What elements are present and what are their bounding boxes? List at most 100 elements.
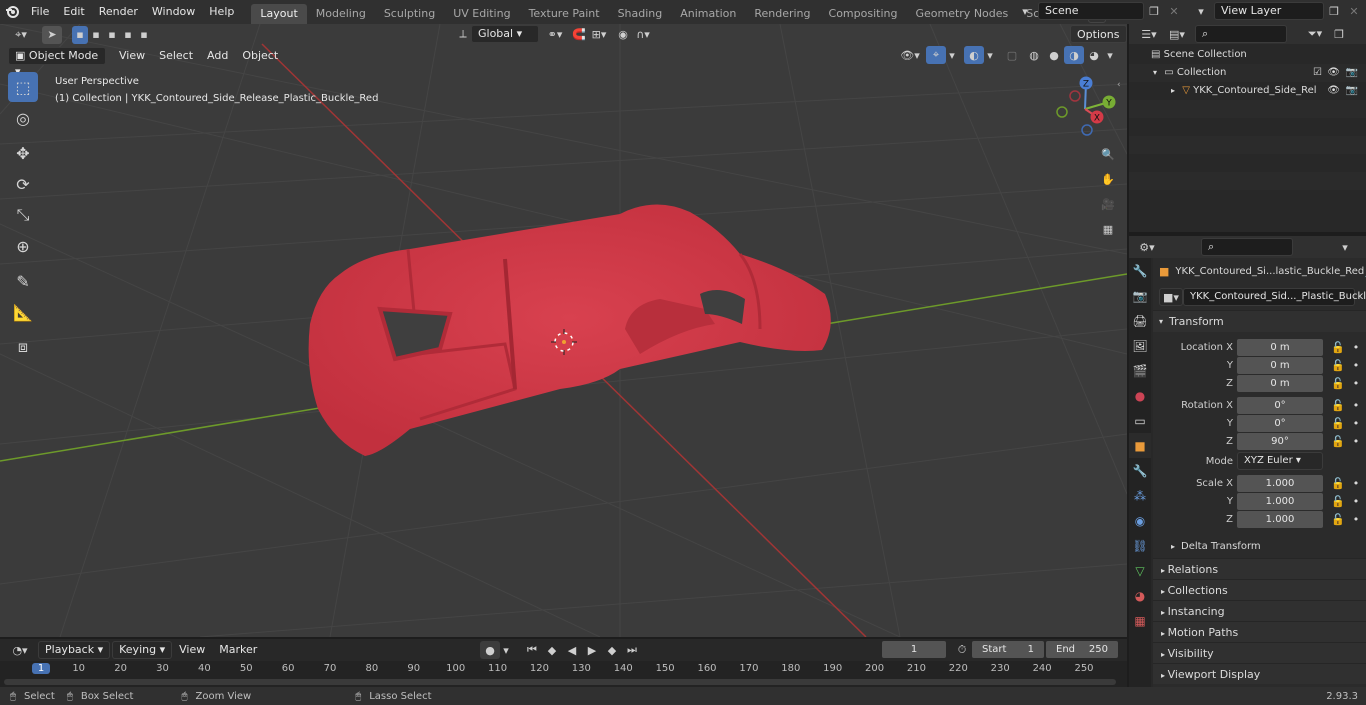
viewport-menu-view[interactable]: View [112,45,152,66]
lock-icon[interactable]: 🔓 [1331,359,1345,372]
frame-ruler[interactable]: 1 10 20 30 40 50 60 70 80 90 100 110 120 130 140 150 160… [0,661,1127,687]
modifier-tab-icon[interactable]: 🔧 [1129,458,1151,483]
lock-icon[interactable]: 🔓 [1331,417,1345,430]
outliner-row-object[interactable]: ▸ ▽ YKK_Contoured_Side_Rel 👁 📷 [1129,82,1366,100]
keying-menu[interactable]: Keying ▾ [112,641,173,659]
next-keyframe-icon[interactable]: ◆ [602,641,622,659]
timeline-menu-view[interactable]: View [172,639,212,661]
select-box-tool-icon[interactable]: ⬚ [8,72,38,102]
gizmo-toggle-icon[interactable]: ⌖ [926,46,946,64]
outliner-row-collection[interactable]: ▾ ▭ Collection ☑ 👁 📷 [1129,64,1366,82]
visibility-panel[interactable]: ▸ Visibility [1153,642,1366,663]
pan-hand-icon[interactable]: ✋ [1098,167,1118,192]
keyframe-dot-icon[interactable]: • [1353,435,1360,448]
rotation-y-field[interactable]: 0° [1237,414,1323,432]
scene-icon[interactable]: ▾ [1012,2,1038,20]
record-icon[interactable]: ● [480,641,500,659]
3d-viewport[interactable]: ⌖▾ ➤ ▪ ▪ ▪ ▪ ▪ ⟂ Global ▾ ⚭▾ 🧲 ⊞▾ ◉ ∩▾ O… [0,24,1127,637]
viewport-menu-object[interactable]: Object [235,45,285,66]
new-scene-icon[interactable]: ❐ [1144,2,1164,20]
transform-tool-icon[interactable]: ⊕ [8,231,38,261]
menu-help[interactable]: Help [202,0,241,24]
jump-end-icon[interactable]: ⏭ [622,641,642,659]
motion-paths-panel[interactable]: ▸ Motion Paths [1153,621,1366,642]
outliner-editor-icon[interactable]: ☰▾ [1135,25,1163,43]
keyframe-dot-icon[interactable]: • [1353,359,1360,372]
select-mode-intersect-icon[interactable]: ▪ [136,26,152,44]
tab-animation[interactable]: Animation [671,4,745,24]
xray-icon[interactable]: ▢ [1002,46,1022,64]
rotation-mode-dropdown[interactable]: XYZ Euler ▾ [1237,452,1323,470]
tab-rendering[interactable]: Rendering [745,4,819,24]
collections-panel[interactable]: ▸ Collections [1153,579,1366,600]
render-camera-icon[interactable]: 📷 [1346,82,1358,100]
scene-name-field[interactable]: Scene [1038,2,1144,20]
keyframe-dot-icon[interactable]: • [1353,341,1360,354]
move-tool-icon[interactable]: ✥ [8,138,38,168]
new-view-layer-icon[interactable]: ❐ [1324,2,1344,20]
properties-search-input[interactable]: ⌕ [1201,238,1293,256]
options-dropdown[interactable]: Options ▾ [1070,25,1127,59]
datablock-name-field[interactable]: YKK_Contoured_Sid..._Plastic_Buckle_Red [1183,288,1366,306]
location-y-field[interactable]: 0 m [1237,356,1323,374]
add-cube-tool-icon[interactable]: ⧈ [8,332,38,362]
timeline-menu-marker[interactable]: Marker [212,639,264,661]
menu-edit[interactable]: Edit [56,0,91,24]
menu-render[interactable]: Render [92,0,145,24]
delta-transform-subpanel[interactable]: ▸ Delta Transform [1153,534,1366,558]
zoom-icon[interactable]: 🔍 [1098,142,1118,167]
proportional-edit-icon[interactable]: ◉ [613,25,633,43]
rotate-tool-icon[interactable]: ⟳ [8,169,38,199]
expand-arrow-icon[interactable]: ▸ [1171,86,1175,95]
render-camera-icon[interactable]: 📷 [1346,64,1358,82]
particles-tab-icon[interactable]: ⁂ [1129,483,1151,508]
buckle-object[interactable] [308,204,831,456]
tab-uv-editing[interactable]: UV Editing [444,4,519,24]
preview-range-clock-icon[interactable]: ⏱ [952,641,972,659]
blender-logo-icon[interactable] [0,0,24,24]
new-collection-icon[interactable]: ❐ [1329,25,1349,43]
tab-layout[interactable]: Layout [251,4,307,24]
view-layer-icon[interactable]: ▾ [1188,2,1214,20]
hide-eye-icon[interactable]: 👁 [1327,64,1340,82]
measure-tool-icon[interactable]: 📐 [8,297,38,327]
material-shading-icon[interactable]: ◑ [1064,46,1084,64]
instancing-panel[interactable]: ▸ Instancing [1153,600,1366,621]
tab-shading[interactable]: Shading [609,4,672,24]
tab-modeling[interactable]: Modeling [307,4,375,24]
keyframe-dot-icon[interactable]: • [1353,513,1360,526]
keyframe-dot-icon[interactable]: • [1353,417,1360,430]
delete-view-layer-icon[interactable]: ✕ [1344,2,1364,20]
tool-tab-icon[interactable]: 🔧 [1129,258,1151,283]
viewport-display-panel[interactable]: ▸ Viewport Display [1153,663,1366,684]
menu-window[interactable]: Window [145,0,202,24]
location-z-field[interactable]: 0 m [1237,374,1323,392]
filter-icon[interactable]: ⏷▾ [1301,25,1329,43]
gizmo-dropdown-icon[interactable]: ▾ [946,46,958,64]
object-tab-icon[interactable]: ■ [1129,433,1151,458]
camera-view-icon[interactable]: 🎥 [1098,192,1118,217]
relations-panel[interactable]: ▸ Relations [1153,558,1366,579]
lock-icon[interactable]: 🔓 [1331,513,1345,526]
solid-shading-icon[interactable]: ● [1044,46,1064,64]
overlay-dropdown-icon[interactable]: ▾ [984,46,996,64]
outliner-row-scene-collection[interactable]: ▤ Scene Collection [1129,46,1366,64]
render-tab-icon[interactable]: 📷 [1129,283,1151,308]
scale-x-field[interactable]: 1.000 [1237,474,1323,492]
pivot-icon[interactable]: ⚭▾ [545,25,565,43]
object-name[interactable]: YKK_Contoured_Si...lastic_Buckle_Red [1175,266,1364,277]
display-mode-icon[interactable]: ▤▾ [1163,25,1191,43]
wireframe-shading-icon[interactable]: ◍ [1024,46,1044,64]
mode-dropdown[interactable]: ▣ Object Mode ▾ [8,46,106,78]
end-frame-field[interactable]: End 250 [1046,641,1118,658]
constraints-tab-icon[interactable]: ⛓ [1129,533,1151,558]
menu-file[interactable]: File [24,0,56,24]
timeline-editor-icon[interactable]: ◔▾ [6,641,34,659]
shading-dropdown-icon[interactable]: ▾ [1104,46,1116,64]
select-mode-new-icon[interactable]: ▪ [72,25,88,44]
lock-icon[interactable]: 🔓 [1331,495,1345,508]
scale-y-field[interactable]: 1.000 [1237,492,1323,510]
location-x-field[interactable]: 0 m [1237,338,1323,356]
snap-icon[interactable]: 🧲 [569,25,589,43]
keyframe-dot-icon[interactable]: • [1353,495,1360,508]
